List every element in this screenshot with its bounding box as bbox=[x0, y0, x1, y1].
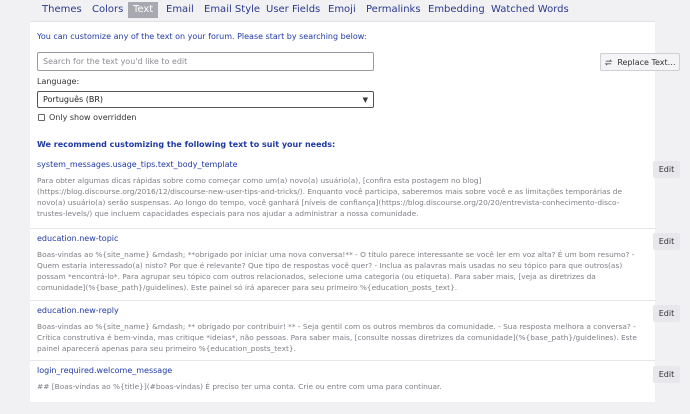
replace-text-button[interactable]: Replace Text… bbox=[600, 53, 680, 71]
admin-customize-panel: Themes Colors Text Email Email Style Use… bbox=[30, 0, 680, 414]
divider bbox=[30, 360, 655, 361]
text-entry: education.new-topic Boas-vindas ao %{sit… bbox=[37, 234, 682, 293]
divider bbox=[30, 300, 655, 301]
replace-text-label: Replace Text… bbox=[617, 57, 676, 67]
tab-permalinks[interactable]: Permalinks bbox=[366, 4, 421, 15]
tab-colors[interactable]: Colors bbox=[92, 4, 123, 15]
tab-themes[interactable]: Themes bbox=[42, 4, 82, 15]
tab-email-style[interactable]: Email Style bbox=[204, 4, 260, 15]
text-entry: login_required.welcome_message ## [Boas-… bbox=[37, 366, 682, 392]
edit-button[interactable]: Edit bbox=[653, 305, 680, 322]
only-overridden-checkbox[interactable] bbox=[38, 114, 45, 121]
tab-watched-words[interactable]: Watched Words bbox=[491, 4, 569, 15]
text-entry: education.new-reply Boas-vindas ao %{sit… bbox=[37, 306, 682, 354]
exchange-icon bbox=[605, 58, 613, 66]
entry-value: ## [Boas-vindas ao %{title}](#boas-vinda… bbox=[37, 382, 442, 391]
edit-button[interactable]: Edit bbox=[653, 366, 680, 383]
language-label: Language: bbox=[37, 77, 80, 86]
search-input[interactable] bbox=[37, 52, 374, 71]
entry-value: Para obter algumas dicas rápidas sobre c… bbox=[37, 176, 623, 218]
text-entry: system_messages.usage_tips.text_body_tem… bbox=[37, 160, 682, 219]
only-overridden-label: Only show overridden bbox=[49, 113, 137, 122]
chevron-down-icon: ▼ bbox=[362, 95, 368, 104]
tab-emoji[interactable]: Emoji bbox=[328, 4, 356, 15]
entry-value: Boas-vindas ao %{site_name} &mdash; **ob… bbox=[37, 250, 635, 292]
language-selected: Português (BR) bbox=[43, 95, 103, 104]
entry-key[interactable]: login_required.welcome_message bbox=[37, 366, 682, 375]
only-overridden-toggle[interactable]: Only show overridden bbox=[38, 113, 136, 122]
edit-button[interactable]: Edit bbox=[653, 161, 680, 178]
tab-embedding[interactable]: Embedding bbox=[428, 4, 485, 15]
language-select[interactable]: Português (BR) ▼ bbox=[37, 91, 374, 108]
tab-email[interactable]: Email bbox=[166, 4, 194, 15]
entry-key[interactable]: education.new-topic bbox=[37, 234, 682, 243]
customize-tabs: Themes Colors Text Email Email Style Use… bbox=[30, 0, 655, 22]
page-footer-strip bbox=[30, 402, 655, 414]
edit-button[interactable]: Edit bbox=[653, 233, 680, 250]
tab-text[interactable]: Text bbox=[128, 2, 159, 18]
entry-value: Boas-vindas ao %{site_name} &mdash; ** o… bbox=[37, 322, 637, 353]
intro-text: You can customize any of the text on you… bbox=[37, 32, 367, 41]
divider bbox=[30, 228, 655, 229]
entry-key[interactable]: system_messages.usage_tips.text_body_tem… bbox=[37, 160, 682, 169]
tab-user-fields[interactable]: User Fields bbox=[266, 4, 320, 15]
recommended-heading: We recommend customizing the following t… bbox=[37, 140, 336, 149]
entry-key[interactable]: education.new-reply bbox=[37, 306, 682, 315]
